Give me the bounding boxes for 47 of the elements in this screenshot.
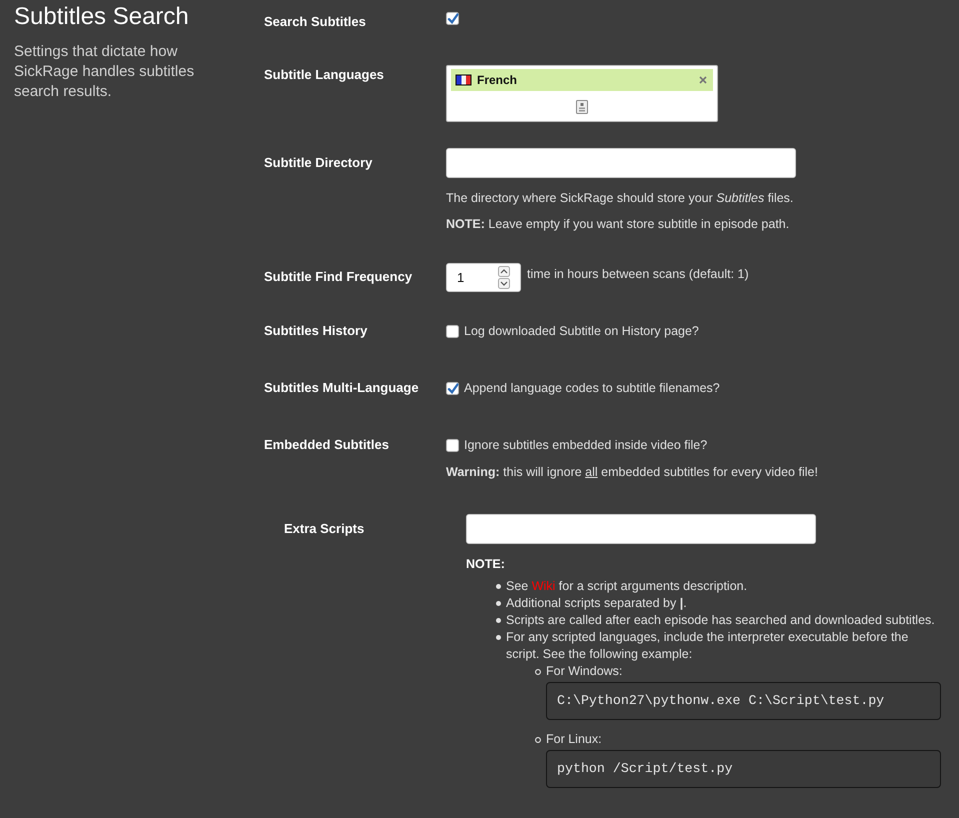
field-label: Subtitles History <box>264 322 368 340</box>
help-text: The directory where SickRage should store your Subtitles files. <box>446 190 794 207</box>
field-label: Extra Scripts <box>284 520 366 538</box>
field-label: Subtitle Directory <box>264 154 374 172</box>
language-token-field[interactable]: French <box>446 65 718 122</box>
spin-up-icon[interactable] <box>498 266 510 277</box>
checkbox[interactable] <box>446 324 459 338</box>
hint-text: time in hours between scans (default: 1) <box>526 266 749 283</box>
frequency-spinner[interactable]: 1 <box>446 263 521 292</box>
field-label: Subtitles Multi-Language <box>264 379 420 397</box>
checkbox-label: Ignore subtitles embedded inside video file? <box>464 437 708 454</box>
checkbox-label: Log downloaded Subtitle on History page? <box>464 323 699 340</box>
spin-down-icon[interactable] <box>498 278 510 289</box>
bullet-icon <box>496 635 501 640</box>
scripts-input[interactable] <box>466 514 816 544</box>
code-block: python /Script/test.py <box>546 750 941 788</box>
token-label: French <box>477 72 518 89</box>
example-label: For Linux: <box>546 731 603 748</box>
warning-text: Warning: this will ignore all embedded subtitles for every video file! <box>446 464 819 481</box>
circle-bullet-icon <box>535 737 541 743</box>
note-text: For any scripted languages, include the interpreter executable before the script. See the following example: <box>506 630 908 661</box>
note-text: See Wiki for a script arguments description. <box>506 579 748 593</box>
section-title: Subtitles Search <box>14 2 190 31</box>
language-token[interactable]: French <box>451 69 713 91</box>
flag-icon <box>455 74 472 86</box>
contact-card-icon[interactable] <box>576 100 588 114</box>
field-label: Embedded Subtitles <box>264 436 390 454</box>
bullet-icon <box>496 601 501 606</box>
section-description: Settings that dictate how SickRage handles subtitles search results. <box>14 42 196 102</box>
close-icon[interactable] <box>699 76 707 84</box>
code-block: C:\Python27\pythonw.exe C:\Script\test.py <box>546 682 941 720</box>
field-label: Search Subtitles <box>264 13 367 31</box>
checkbox[interactable] <box>446 12 459 25</box>
checkbox[interactable] <box>446 438 459 452</box>
bullet-icon <box>496 584 501 589</box>
field-label: Subtitle Find Frequency <box>264 268 414 286</box>
note-heading: NOTE: <box>466 556 506 573</box>
example-label: For Windows: <box>546 663 624 680</box>
note-text: Additional scripts separated by |. <box>506 596 687 610</box>
directory-input[interactable] <box>446 148 796 178</box>
field-label: Subtitle Languages <box>264 66 385 84</box>
checkbox[interactable] <box>446 382 459 394</box>
checkbox-label: Append language codes to subtitle filenames? <box>464 380 720 397</box>
circle-bullet-icon <box>535 669 541 675</box>
help-text: NOTE: Leave empty if you want store subtitle in episode path. <box>446 216 790 233</box>
note-text: Scripts are called after each episode has searched and downloaded subtitles. <box>506 613 935 627</box>
bullet-icon <box>496 618 501 623</box>
